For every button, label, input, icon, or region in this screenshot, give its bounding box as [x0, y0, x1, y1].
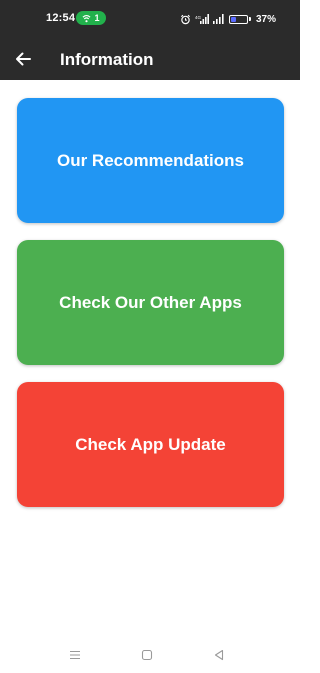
hotspot-indicator: 1 [76, 11, 106, 25]
check-other-apps-button[interactable]: Check Our Other Apps [17, 240, 284, 365]
hotspot-count: 1 [94, 13, 100, 23]
menu-icon [70, 650, 80, 660]
nav-back-button[interactable] [211, 647, 227, 663]
home-icon [141, 649, 153, 661]
system-nav-bar [0, 637, 300, 673]
back-triangle-icon [214, 649, 224, 661]
arrow-left-icon [16, 52, 31, 66]
nav-home-button[interactable] [139, 647, 155, 663]
hotspot-icon [82, 14, 91, 22]
status-bar: 12:54 1 4G 37% [0, 0, 300, 38]
alarm-icon [180, 14, 190, 24]
signal-strength-icon [212, 14, 224, 24]
status-time: 12:54 [46, 12, 76, 24]
page-title: Information [60, 50, 154, 69]
app-bar: Information [0, 38, 300, 80]
signal-strength-icon: 4G [195, 14, 209, 24]
battery-icon [228, 14, 251, 24]
back-button[interactable] [10, 46, 36, 72]
svg-text:4G: 4G [195, 15, 202, 20]
nav-recents-button[interactable] [67, 647, 83, 663]
status-icons: 4G 37% [176, 11, 300, 27]
check-app-update-button[interactable]: Check App Update [17, 382, 284, 507]
our-recommendations-button[interactable]: Our Recommendations [17, 98, 284, 223]
battery-percent: 37% [255, 13, 276, 25]
